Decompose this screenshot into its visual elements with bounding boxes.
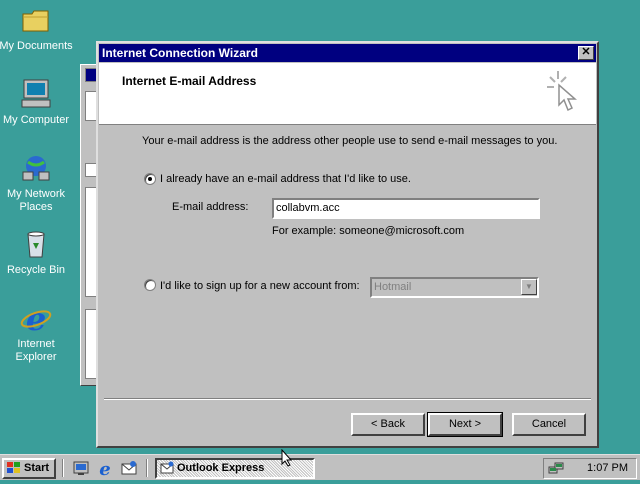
svg-text:e: e: [99, 459, 110, 477]
outlook-task-icon: [160, 461, 174, 481]
wizard-title: Internet Connection Wizard: [102, 46, 258, 60]
mouse-cursor-icon: [281, 448, 293, 467]
taskbar: Start e Outlook Express 1:07 PM: [0, 454, 640, 480]
radio-existing-address[interactable]: [144, 173, 156, 185]
provider-select[interactable]: Hotmail ▼: [370, 277, 539, 298]
desktop-icon-recycle-bin[interactable]: Recycle Bin: [0, 228, 74, 277]
wizard-header: Internet E-mail Address: [99, 63, 596, 125]
email-label: E-mail address:: [172, 201, 249, 213]
desktop-icon-my-documents[interactable]: My Documents: [0, 4, 74, 53]
radio-new-label: I'd like to sign up for a new account fr…: [160, 280, 360, 292]
network-tray-icon[interactable]: [548, 461, 564, 477]
provider-value: Hotmail: [374, 281, 412, 293]
chevron-down-icon[interactable]: ▼: [521, 279, 537, 295]
wizard-titlebar[interactable]: Internet Connection Wizard ✕: [99, 44, 596, 62]
wizard-window: Internet Connection Wizard ✕ Internet E-…: [96, 41, 599, 448]
close-button[interactable]: ✕: [578, 46, 594, 60]
taskbar-divider: [62, 459, 64, 477]
desktop-icon-my-network-places[interactable]: My Network Places: [0, 152, 74, 214]
next-button[interactable]: Next >: [427, 412, 503, 437]
header-title: Internet E-mail Address: [122, 74, 257, 88]
email-example: For example: someone@microsoft.com: [272, 225, 465, 237]
start-button[interactable]: Start: [2, 458, 56, 479]
windows-logo-icon: [7, 462, 21, 474]
outlook-quicklaunch-icon[interactable]: [120, 459, 138, 477]
ie-icon: e: [20, 300, 52, 338]
taskbar-divider-2: [146, 459, 148, 477]
intro-text: Your e-mail address is the address other…: [142, 135, 558, 147]
desktop-icon-internet-explorer[interactable]: e Internet Explorer: [0, 300, 74, 364]
system-tray: 1:07 PM: [543, 458, 637, 479]
show-desktop-icon[interactable]: [72, 459, 90, 477]
svg-text:e: e: [26, 302, 46, 334]
computer-icon: [20, 78, 52, 110]
button-separator: [104, 398, 591, 400]
radio-new-account[interactable]: [144, 279, 156, 291]
wizard-wand-icon: [544, 69, 584, 119]
radio-existing-label: I already have an e-mail address that I'…: [160, 173, 411, 185]
desktop-icon-my-computer[interactable]: My Computer: [0, 78, 74, 127]
ie-quicklaunch-icon[interactable]: e: [96, 459, 114, 480]
back-button[interactable]: < Back: [351, 413, 425, 436]
cancel-button[interactable]: Cancel: [512, 413, 586, 436]
recycle-bin-icon: [20, 228, 52, 260]
email-address-input[interactable]: collabvm.acc: [272, 198, 540, 219]
start-label: Start: [24, 462, 50, 474]
task-label: Outlook Express: [177, 462, 265, 474]
clock[interactable]: 1:07 PM: [587, 459, 628, 478]
folder-icon: [20, 4, 52, 36]
network-icon: [20, 152, 52, 184]
